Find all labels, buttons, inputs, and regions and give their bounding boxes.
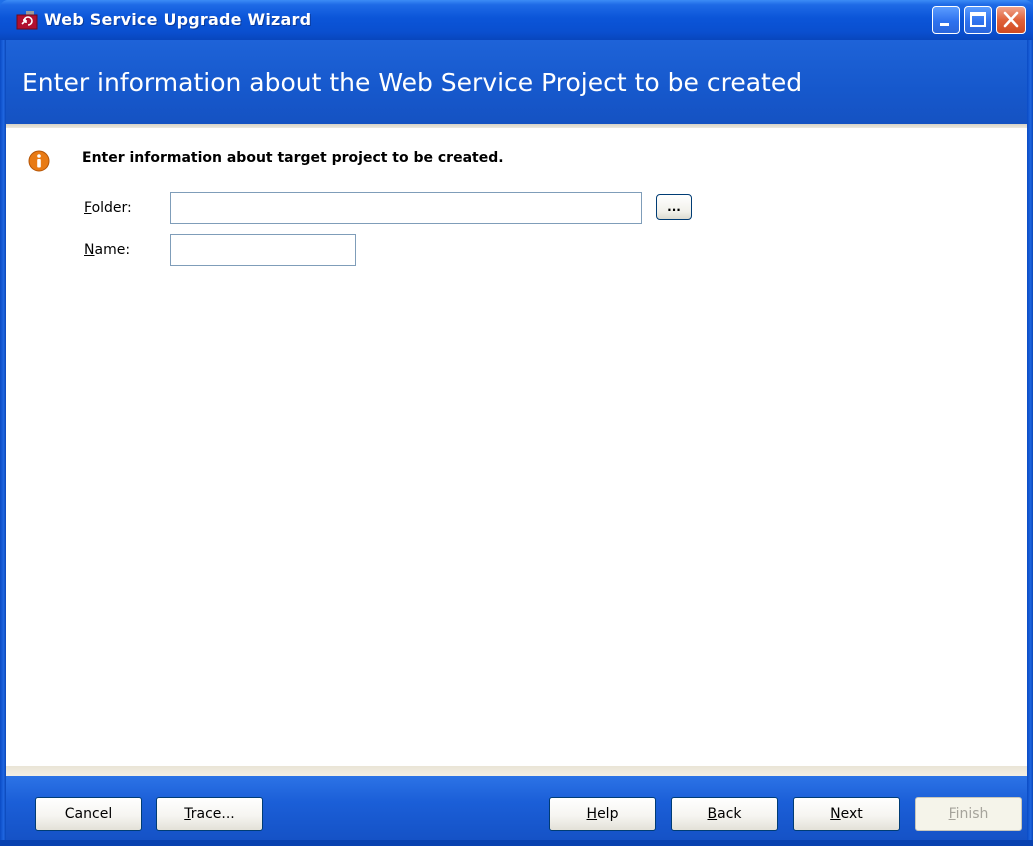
- finish-accelerator: F: [948, 806, 956, 822]
- name-label-text: ame:: [94, 242, 131, 258]
- finish-button[interactable]: Finish: [915, 797, 1022, 831]
- back-label: ack: [717, 806, 742, 822]
- maximize-button[interactable]: [964, 6, 992, 34]
- trace-label: race...: [190, 806, 235, 822]
- minimize-button[interactable]: [932, 6, 960, 34]
- help-label: elp: [597, 806, 619, 822]
- finish-label: inish: [955, 806, 989, 822]
- folder-label: Folder:: [84, 200, 132, 216]
- app-icon: [16, 11, 38, 30]
- window-border-right: [1027, 40, 1033, 840]
- wizard-window: Web Service Upgrade Wizard Enter informa…: [0, 0, 1033, 846]
- instruction-message: Enter information about target project t…: [82, 150, 504, 166]
- next-button[interactable]: Next: [793, 797, 900, 831]
- folder-input[interactable]: [170, 192, 642, 224]
- browse-folder-button[interactable]: ...: [656, 194, 692, 220]
- wizard-content: Enter information about target project t…: [6, 128, 1027, 766]
- back-accelerator: B: [707, 806, 718, 822]
- close-icon: [1003, 11, 1019, 28]
- name-input[interactable]: [170, 234, 356, 266]
- footer-divider: [6, 766, 1027, 776]
- info-icon: [28, 150, 50, 172]
- name-label: Name:: [84, 242, 130, 258]
- next-label: ext: [840, 806, 863, 822]
- title-bar[interactable]: Web Service Upgrade Wizard: [0, 0, 1033, 40]
- page-title: Enter information about the Web Service …: [22, 68, 803, 97]
- cancel-button[interactable]: Cancel: [35, 797, 142, 831]
- window-title: Web Service Upgrade Wizard: [44, 10, 312, 29]
- back-button[interactable]: Back: [671, 797, 778, 831]
- folder-label-accelerator: F: [84, 200, 92, 216]
- next-accelerator: N: [830, 806, 841, 822]
- close-button[interactable]: [996, 6, 1026, 34]
- name-label-accelerator: N: [84, 242, 95, 258]
- help-button[interactable]: Help: [549, 797, 656, 831]
- help-accelerator: H: [586, 806, 598, 822]
- wizard-footer: Cancel Trace... Help Back Next Finish: [6, 776, 1027, 840]
- maximize-icon: [970, 12, 986, 27]
- trace-button[interactable]: Trace...: [156, 797, 263, 831]
- window-border-bottom: [0, 840, 1033, 846]
- minimize-icon: [940, 23, 949, 26]
- folder-label-text: older:: [91, 200, 132, 216]
- wizard-header: Enter information about the Web Service …: [6, 40, 1027, 124]
